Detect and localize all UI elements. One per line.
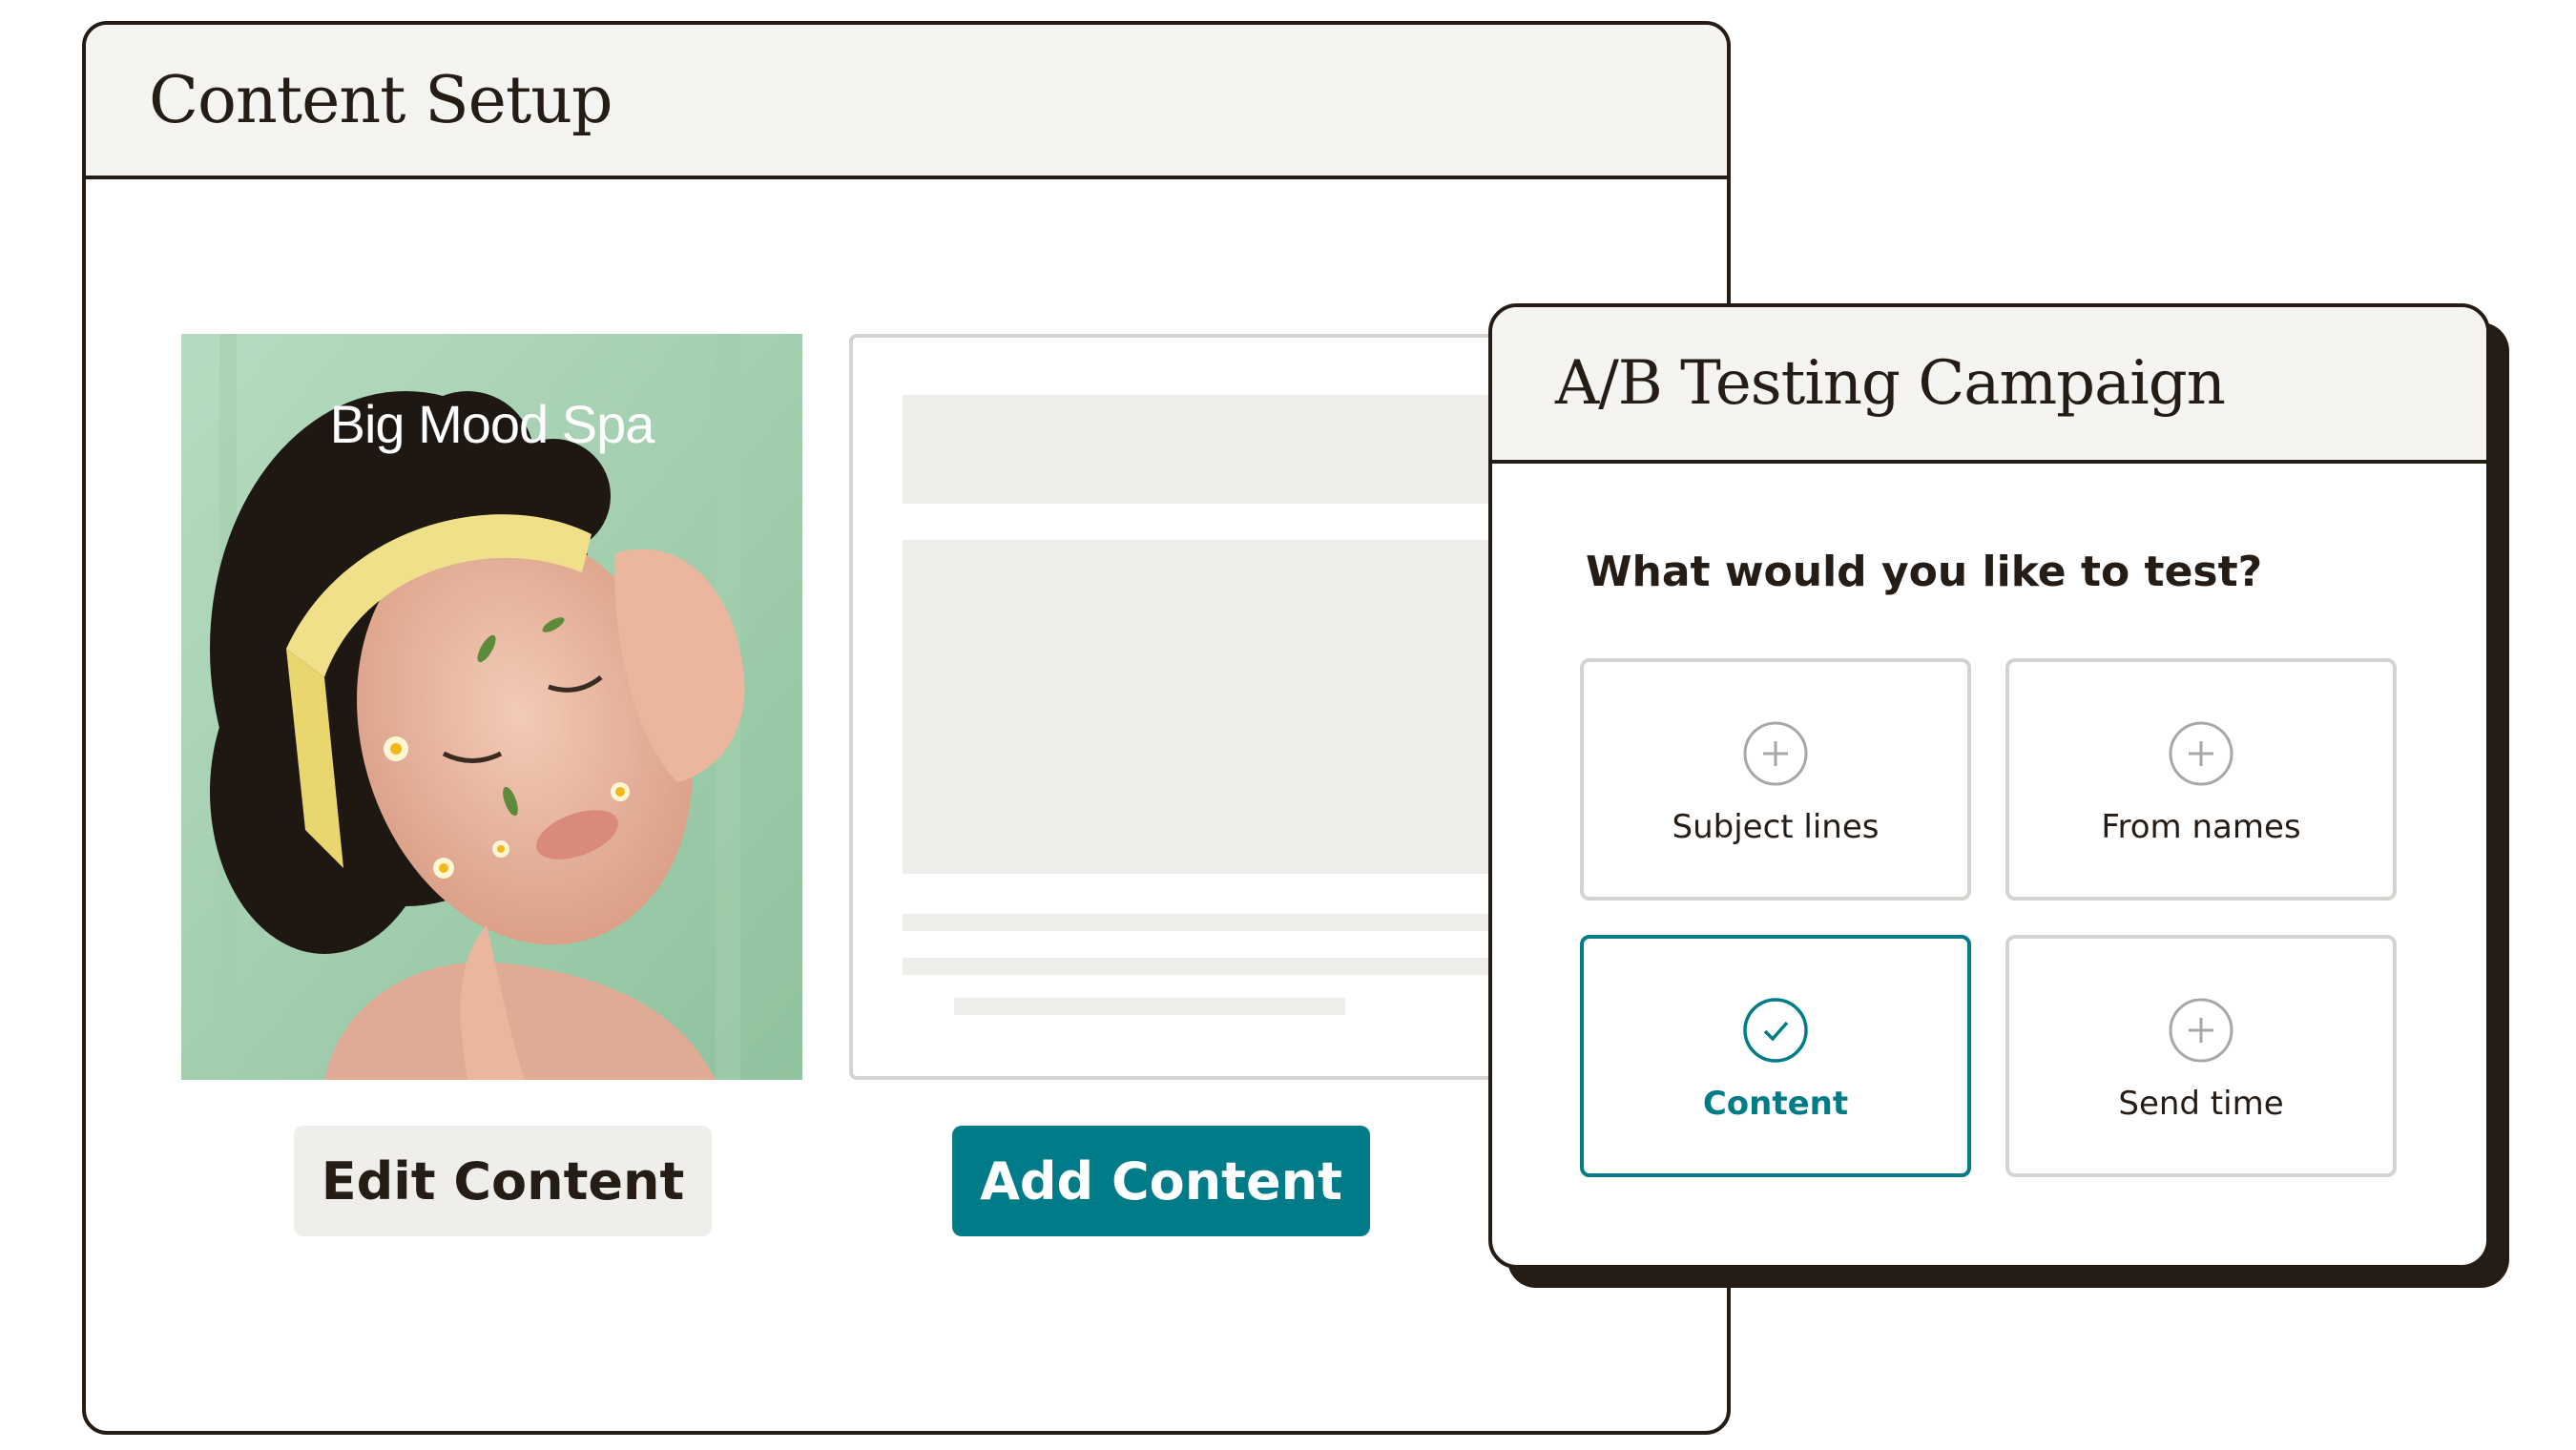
plus-circle-icon (2169, 998, 2233, 1063)
placeholder-header-block (903, 395, 1513, 504)
option-from-names[interactable]: From names (2005, 658, 2397, 901)
edit-content-button[interactable]: Edit Content (294, 1126, 712, 1236)
option-send-time[interactable]: Send time (2005, 935, 2397, 1177)
placeholder-text-line (903, 914, 1513, 931)
ab-testing-title: A/B Testing Campaign (1555, 348, 2226, 419)
option-content[interactable]: Content (1580, 935, 1971, 1177)
photo-caption: Big Mood Spa (329, 394, 655, 454)
option-label: From names (2101, 808, 2301, 846)
content-preview-image[interactable]: Big Mood Spa (181, 334, 802, 1080)
placeholder-text-line (903, 958, 1513, 975)
plus-circle-icon (2169, 721, 2233, 786)
plus-circle-icon (1743, 721, 1808, 786)
empty-content-placeholder[interactable] (849, 334, 1517, 1080)
ab-testing-dialog: A/B Testing Campaign What would you like… (1488, 303, 2490, 1269)
content-setup-header: Content Setup (86, 25, 1727, 179)
ab-testing-header: A/B Testing Campaign (1492, 307, 2486, 464)
option-label: Send time (2118, 1085, 2284, 1123)
add-content-button[interactable]: Add Content (952, 1126, 1370, 1236)
check-circle-icon (1743, 998, 1808, 1063)
option-label: Subject lines (1672, 808, 1880, 846)
option-label: Content (1702, 1085, 1849, 1123)
option-subject-lines[interactable]: Subject lines (1580, 658, 1971, 901)
placeholder-text-line (954, 998, 1345, 1015)
content-setup-title: Content Setup (149, 62, 613, 138)
test-question: What would you like to test? (1586, 548, 2263, 596)
placeholder-image-block (903, 540, 1513, 874)
